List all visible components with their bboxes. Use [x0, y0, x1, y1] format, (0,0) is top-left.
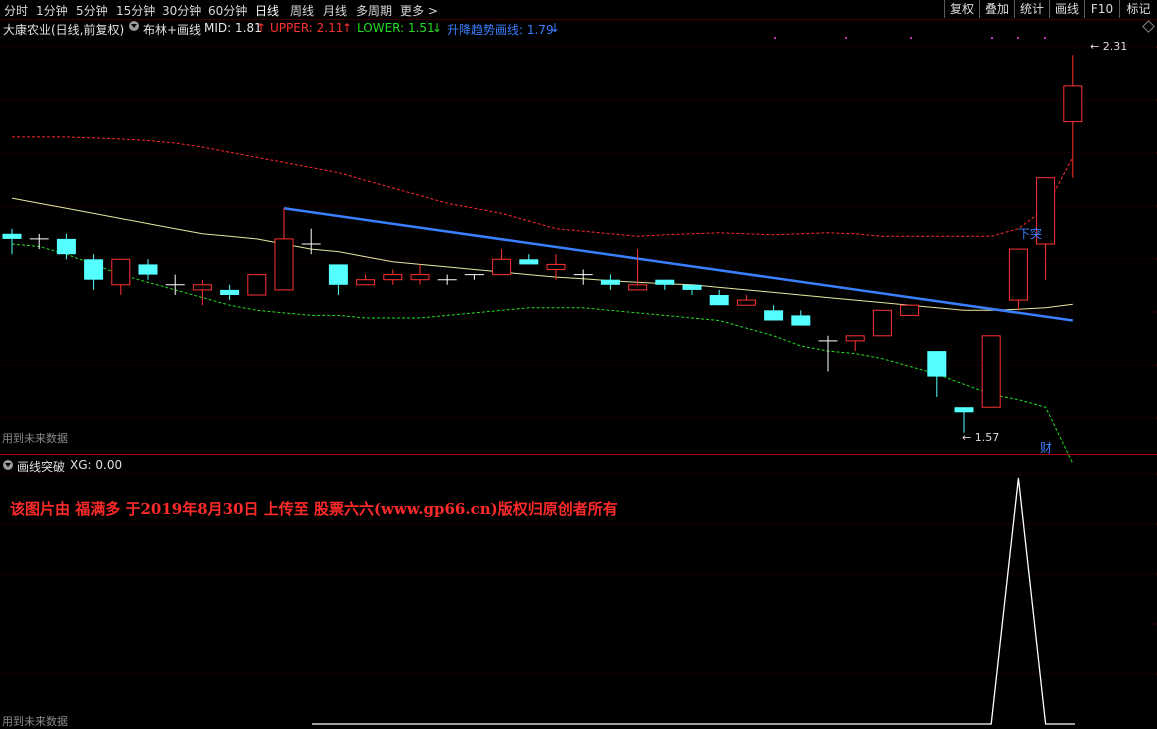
marker-dot: [910, 37, 912, 39]
candle-body: [192, 284, 212, 291]
finance-marker-label[interactable]: 财: [1040, 441, 1052, 455]
marker-dot: [774, 37, 776, 39]
high-price-label: ← 2.31: [1090, 40, 1127, 53]
candle-body: [845, 335, 865, 342]
candle-body: [56, 238, 76, 255]
candle-body: [655, 279, 675, 285]
candle-body: [220, 289, 240, 295]
indicator-name[interactable]: 布林+画线: [143, 21, 201, 38]
future-data-note-top: 用到未来数据: [2, 432, 68, 445]
marker-dot: [1044, 37, 1046, 39]
watermark-text: 该图片由 福满多 于2019年8月30日 上传至 股票六六(www.gp66.c…: [10, 500, 618, 518]
candle-body: [84, 259, 104, 280]
lower-band-line: [11, 243, 1074, 464]
candle-body: [1063, 85, 1083, 123]
future-data-note-bottom: 用到未来数据: [2, 715, 68, 728]
candle-body: [682, 284, 702, 290]
low-price-label: ← 1.57: [962, 431, 999, 444]
mid-value: MID: 1.81: [204, 21, 262, 35]
candle-body: [138, 264, 158, 275]
candle-body: [981, 335, 1001, 408]
pane-divider[interactable]: [0, 454, 1157, 455]
candle-body: [247, 274, 267, 296]
candle-body: [709, 295, 729, 306]
indicator-menu-icon[interactable]: [129, 21, 139, 31]
mid-band-line: [11, 197, 1073, 311]
marker-dot: [1017, 37, 1019, 39]
candle-body: [736, 299, 756, 306]
candle-body: [900, 304, 920, 316]
candle-body: [546, 263, 566, 270]
marker-dot: [845, 37, 847, 39]
candle-body: [600, 279, 620, 285]
stock-title: 大康农业(日线,前复权): [3, 23, 125, 37]
candle-body: [628, 284, 648, 291]
candle-body: [1008, 248, 1028, 301]
upper-up-arrow-icon: ↑: [342, 21, 353, 35]
sub-indicator-name[interactable]: 画线突破: [17, 458, 65, 475]
trend-value: 升降趋势画线: 1.79: [447, 23, 554, 37]
candle-body: [791, 315, 811, 326]
candle-body: [274, 238, 294, 291]
xg-value: XG: 0.00: [70, 458, 123, 472]
candle-body: [519, 259, 539, 265]
candle-body: [764, 310, 784, 321]
upper-band-line: [12, 136, 1074, 237]
marker-dot: [991, 37, 993, 39]
candle-body: [2, 233, 22, 239]
mid-up-arrow-icon: ↑: [256, 21, 267, 35]
candle-body: [872, 309, 892, 337]
trend-line: [283, 207, 1073, 322]
candle-body: [356, 279, 376, 286]
candle-body: [410, 274, 430, 281]
candle-body: [954, 407, 974, 413]
breakthrough-label: 下突: [1018, 226, 1042, 241]
candle-body: [111, 258, 131, 286]
candle-body: [927, 351, 947, 377]
price-chart[interactable]: ← 2.31 ← 1.57 下突财: [0, 0, 1157, 728]
candle-body: [492, 258, 512, 276]
sub-indicator-menu-icon[interactable]: [3, 460, 13, 470]
lower-down-arrow-icon: ↓: [432, 21, 443, 35]
candle-body: [383, 274, 403, 281]
lower-value: LOWER: 1.51: [357, 21, 435, 35]
upper-value: UPPER: 2.11: [270, 21, 344, 35]
trend-down-arrow-icon: ↓: [550, 21, 561, 35]
candle-body: [328, 264, 348, 285]
